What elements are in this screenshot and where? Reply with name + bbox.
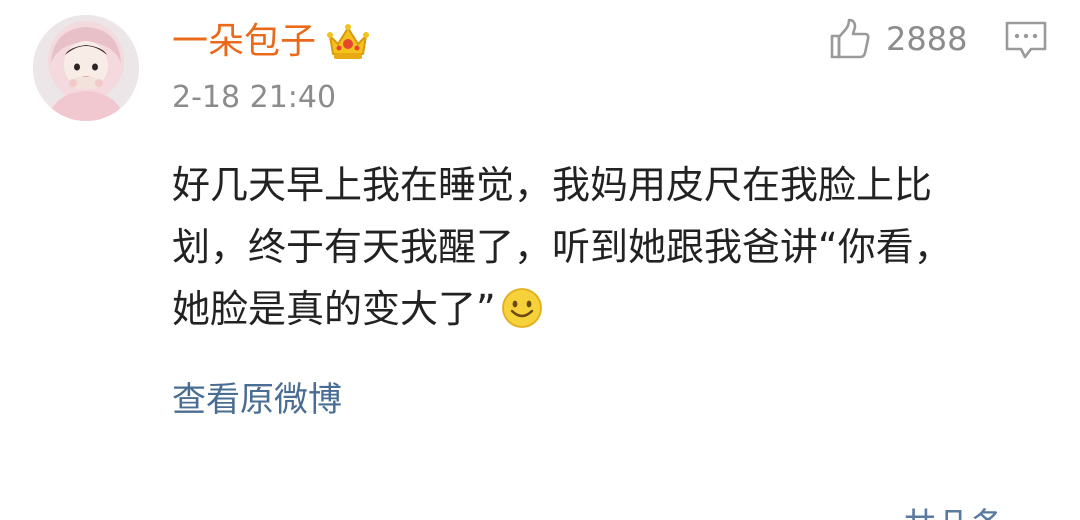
timestamp: 2-18 21:40 bbox=[172, 80, 337, 115]
like-button[interactable]: 2888 bbox=[828, 16, 967, 62]
like-count: 2888 bbox=[886, 20, 968, 58]
comment-line: 她脸是真的变大了” bbox=[172, 278, 1052, 340]
reply-count-label: — 共几条 bbox=[858, 506, 1005, 520]
reply-count-link[interactable]: — 共几条 bbox=[858, 506, 1005, 520]
username-row: 一朵包子 bbox=[172, 14, 370, 70]
comment-line-text: 她脸是真的变大了” bbox=[172, 287, 496, 331]
view-original-link[interactable]: 查看原微博 bbox=[172, 378, 342, 422]
thumbs-up-icon[interactable] bbox=[828, 17, 872, 61]
comment-bubble-icon[interactable] bbox=[1003, 19, 1049, 63]
comment-line: 划，终于有天我醒了，听到她跟我爸讲“你看， bbox=[172, 225, 952, 269]
comment-card: 一朵包子 2-18 21:40 2888 好几天早上我在睡觉，我妈用皮尺在我脸上… bbox=[0, 0, 1080, 520]
crown-icon bbox=[327, 24, 370, 59]
avatar[interactable] bbox=[33, 15, 139, 121]
comment-text: 好几天早上我在睡觉，我妈用皮尺在我脸上比 划，终于有天我醒了，听到她跟我爸讲“你… bbox=[172, 154, 1052, 340]
smile-emoji-icon bbox=[501, 288, 542, 328]
comment-line: 好几天早上我在睡觉，我妈用皮尺在我脸上比 bbox=[172, 163, 933, 207]
username[interactable]: 一朵包子 bbox=[172, 20, 316, 64]
